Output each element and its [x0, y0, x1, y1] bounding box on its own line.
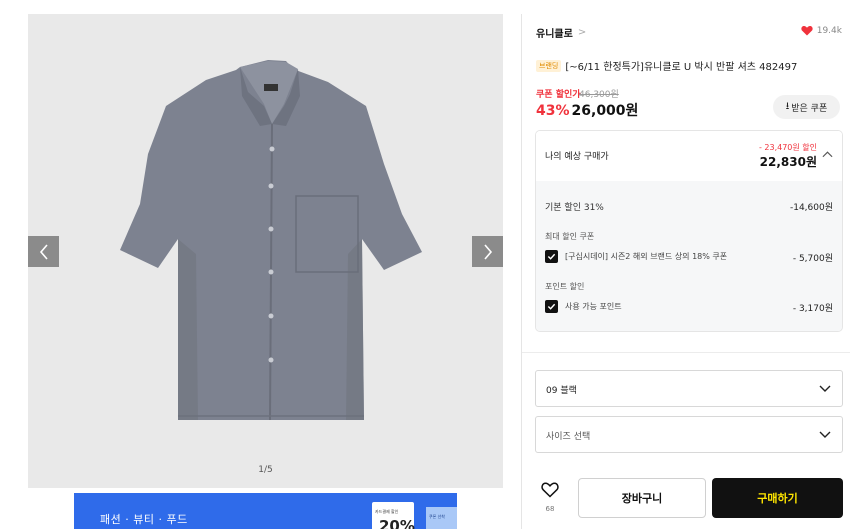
point-row[interactable]: 사용 가능 포인트 - 3,170원	[545, 300, 833, 314]
banner-card2-caption: 쿠폰 선착	[429, 514, 445, 519]
download-icon: ⭳	[785, 100, 790, 112]
size-select[interactable]: 사이즈 선택	[535, 416, 843, 453]
coupon-name: [구십시데이] 시즌2 해외 브랜드 상의 18% 쿠폰	[565, 252, 728, 261]
chevron-right-icon	[483, 243, 492, 260]
chevron-right-icon: >	[577, 27, 587, 38]
heart-filled-icon	[801, 26, 813, 36]
point-amount: - 3,170원	[792, 304, 833, 314]
coupon-amount: - 5,700원	[792, 254, 833, 264]
coupon-button-label: 받은 쿠폰	[791, 103, 828, 114]
discount-percent: 43%	[536, 103, 570, 119]
gallery-prev-button[interactable]	[28, 236, 59, 267]
product-title-row: 브랜딩 [~6/11 한정특가]유니클로 U 박시 반팔 셔츠 482497	[536, 58, 797, 73]
banner-card: 카드결제 할인 20%	[372, 502, 415, 529]
add-to-cart-button[interactable]: 장바구니	[578, 478, 706, 518]
point-label: 사용 가능 포인트	[565, 302, 622, 311]
discount-breakdown: 기본 할인 31% -14,600원 최대 할인 쿠폰 [구십시데이] 시즌2 …	[536, 181, 842, 331]
wishlist-count: 68	[545, 505, 555, 513]
banner-card-secondary: 쿠폰 선착	[426, 507, 457, 529]
chevron-left-icon	[39, 243, 48, 260]
coupon-checkbox[interactable]	[545, 250, 558, 263]
buy-now-button[interactable]: 구매하기	[712, 478, 843, 518]
banner-card-caption: 카드결제 할인	[375, 509, 399, 514]
estimated-discount-total: - 23,470원 할인	[758, 143, 817, 152]
banner-text: 패션 · 뷰티 · 푸드	[100, 513, 188, 526]
heart-outline-icon	[541, 482, 559, 498]
chevron-down-icon	[819, 385, 831, 392]
estimated-price: 22,830원	[759, 155, 817, 169]
original-price: 46,300원	[579, 90, 619, 100]
brand-link[interactable]: 유니클로 >	[536, 25, 586, 40]
product-image	[120, 60, 422, 421]
coupon-section-header: 최대 할인 쿠폰	[545, 232, 595, 241]
product-info-panel: 유니클로 > 19.4k 브랜딩 [~6/11 한정특가]유니클로 U 박시 반…	[521, 14, 850, 529]
check-icon	[547, 253, 556, 260]
coupon-row[interactable]: [구십시데이] 시즌2 해외 브랜드 상의 18% 쿠폰 - 5,700원	[545, 250, 833, 264]
image-counter: 1/5	[258, 465, 273, 475]
chevron-down-icon	[819, 431, 831, 438]
base-discount-row: 기본 할인 31% -14,600원	[545, 200, 833, 213]
product-title: [~6/11 한정특가]유니클로 U 박시 반팔 셔츠 482497	[565, 62, 798, 73]
check-icon	[547, 303, 556, 310]
brand-badge: 브랜딩	[536, 59, 562, 72]
coupon-price-label: 쿠폰 할인가	[536, 90, 581, 100]
coupon-button[interactable]: ⭳ 받은 쿠폰	[773, 95, 840, 119]
brand-name: 유니클로	[536, 29, 573, 40]
estimated-price-header[interactable]: 나의 예상 구매가 - 23,470원 할인 22,830원	[536, 131, 842, 181]
sale-price: 26,000원	[571, 103, 639, 119]
color-select[interactable]: 09 블랙	[535, 370, 843, 407]
likes-count: 19.4k	[816, 25, 842, 36]
gallery-next-button[interactable]	[472, 236, 503, 267]
base-discount-amount: -14,600원	[789, 203, 833, 213]
section-divider	[522, 352, 850, 353]
banner-card-percent: 20%	[379, 517, 415, 529]
promo-banner[interactable]: 패션 · 뷰티 · 푸드 카드결제 할인 20% 쿠폰 선착	[74, 493, 457, 529]
chevron-up-icon[interactable]	[822, 150, 833, 161]
estimated-price-box: 나의 예상 구매가 - 23,470원 할인 22,830원 기본 할인 31%…	[535, 130, 843, 332]
brand-likes[interactable]: 19.4k	[801, 25, 842, 36]
base-discount-label: 기본 할인 31%	[545, 203, 604, 213]
point-section-header: 포인트 할인	[545, 282, 585, 291]
estimated-price-label: 나의 예상 구매가	[545, 152, 609, 162]
size-select-placeholder: 사이즈 선택	[546, 432, 591, 442]
point-checkbox[interactable]	[545, 300, 558, 313]
product-image-gallery[interactable]: 1/5	[28, 14, 503, 488]
wishlist-button[interactable]: 68	[540, 482, 560, 513]
color-select-value: 09 블랙	[546, 386, 577, 396]
price-row: 43% 26,000원	[536, 100, 638, 120]
